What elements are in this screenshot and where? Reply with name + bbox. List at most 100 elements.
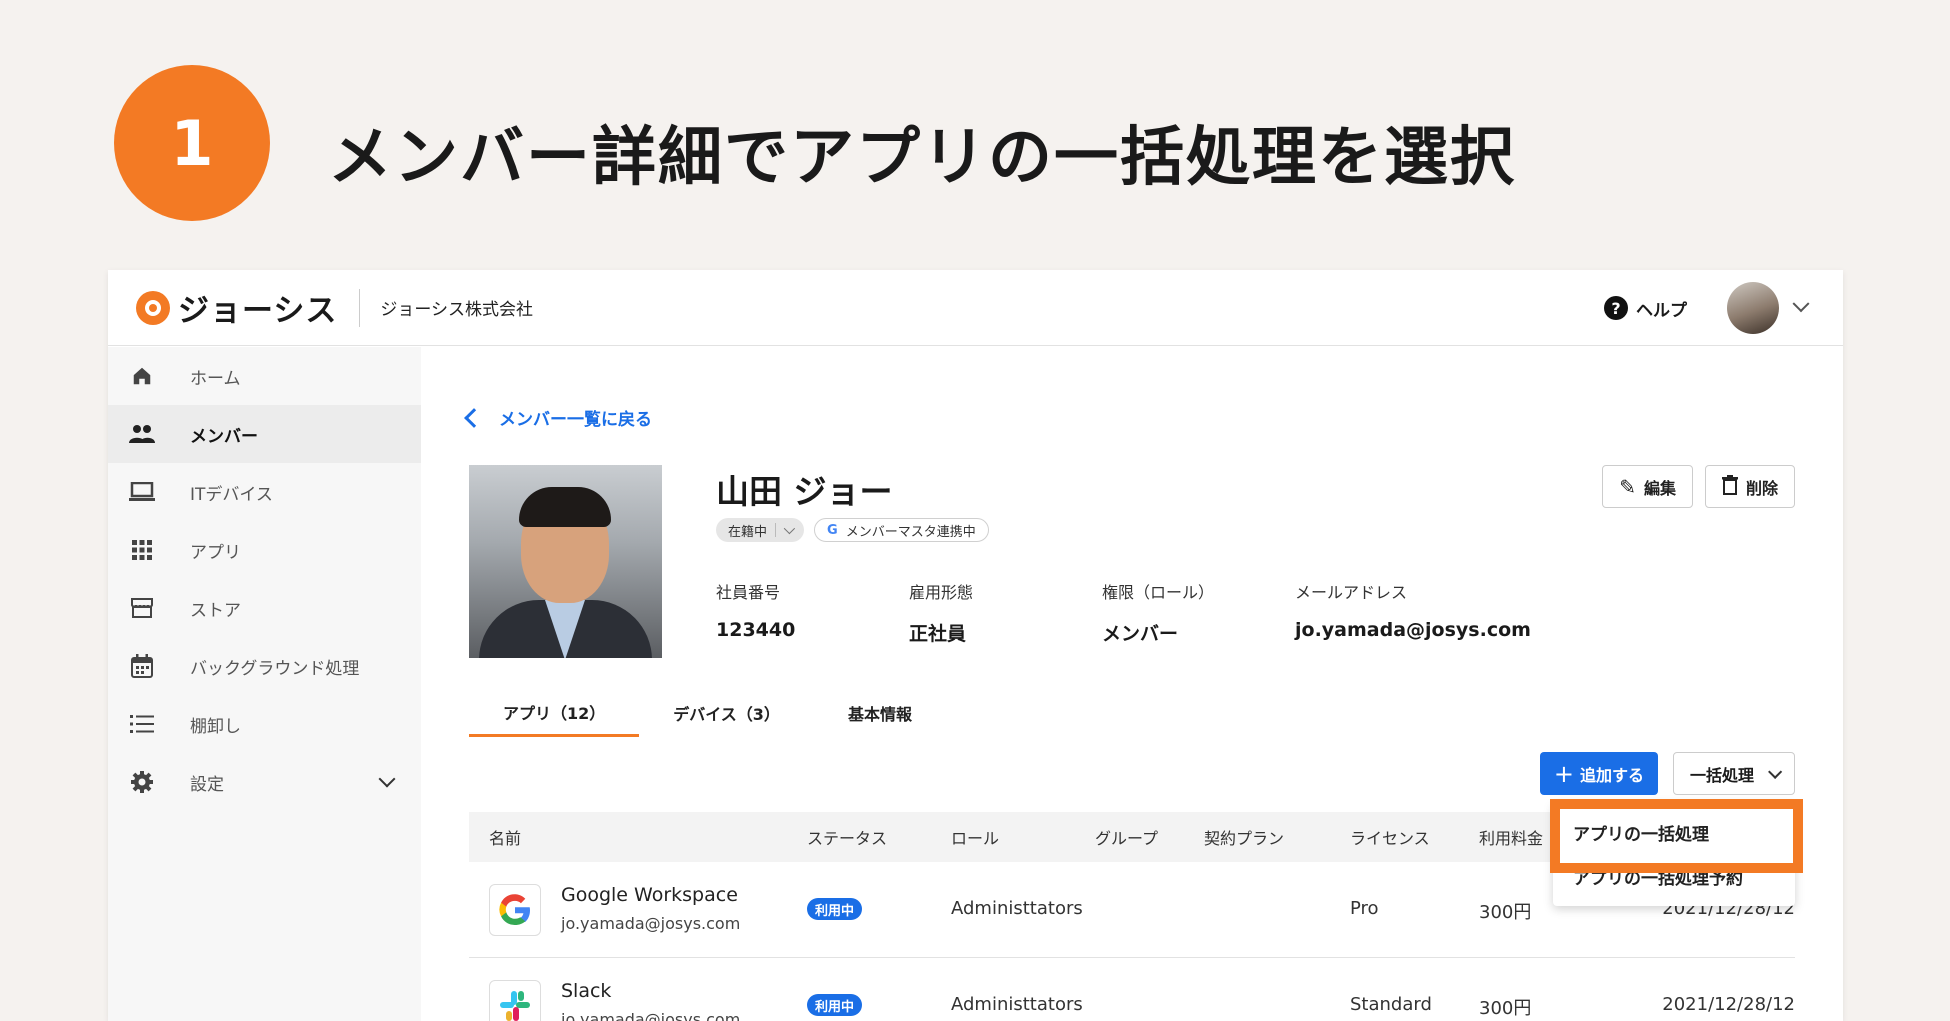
sidebar-item-label: 設定 [190, 774, 224, 795]
tab-devices[interactable]: デバイス（3） [639, 689, 814, 737]
divider [775, 523, 777, 537]
role-cell: Administtators [951, 994, 1083, 1015]
sidebar-item-label: アプリ [190, 542, 241, 563]
store-icon [128, 594, 156, 622]
sidebar-item-members[interactable]: メンバー [108, 405, 421, 463]
status-badge: 利用中 [807, 994, 863, 1016]
app-account: jo.yamada@josys.com [561, 914, 741, 933]
logo-icon [136, 290, 170, 325]
table-row[interactable]: Slack jo.yamada@josys.com 利用中 Administta… [469, 958, 1795, 1021]
avatar[interactable] [1727, 282, 1779, 334]
field-value: 123440 [716, 619, 796, 641]
member-photo [469, 465, 662, 658]
main-content: メンバー一覧に戻る 山田 ジョー 在籍中 G メンバーマスタ連携中 社員番号 1… [421, 347, 1843, 1021]
app-window: ジョーシス ジョーシス株式会社 ? ヘルプ ホーム メンバー ITデバイス アプ… [108, 270, 1843, 1021]
field-value: メンバー [1102, 623, 1179, 645]
date-cell: 2021/12/28/12 [1662, 994, 1795, 1015]
edit-label: 編集 [1643, 478, 1676, 498]
status-label: 在籍中 [728, 524, 768, 540]
sidebar-item-label: 棚卸し [190, 716, 241, 737]
sidebar-item-home[interactable]: ホーム [108, 347, 421, 405]
step-number-badge: 1 [114, 65, 270, 221]
sidebar-item-label: ITデバイス [190, 484, 273, 505]
sidebar-item-label: バックグラウンド処理 [190, 658, 360, 679]
field-label: 雇用形態 [909, 583, 974, 602]
app-account: jo.yamada@josys.com [561, 1010, 741, 1021]
chevron-down-icon [1768, 764, 1783, 779]
sidebar-item-settings[interactable]: 設定 [108, 753, 421, 811]
delete-button[interactable]: 削除 [1704, 465, 1795, 508]
column-header: 契約プラン [1204, 829, 1285, 848]
chevron-down-icon[interactable] [378, 770, 396, 788]
field-label: メールアドレス [1295, 583, 1408, 602]
add-button[interactable]: + 追加する [1539, 752, 1658, 795]
divider [359, 288, 361, 327]
bulk-label: 一括処理 [1689, 765, 1754, 785]
license-cell: Pro [1350, 898, 1379, 919]
chevron-down-icon[interactable] [1792, 295, 1810, 313]
sidebar-item-background-jobs[interactable]: バックグラウンド処理 [108, 637, 421, 695]
app-name[interactable]: Slack [561, 980, 611, 1002]
member-chips: 在籍中 G メンバーマスタ連携中 [716, 518, 989, 542]
bulk-actions-button[interactable]: 一括処理 [1672, 752, 1795, 795]
sidebar-item-label: ストア [190, 600, 241, 621]
back-link[interactable]: メンバー一覧に戻る [464, 405, 652, 430]
status-badge: 利用中 [807, 898, 863, 920]
tab-apps[interactable]: アプリ（12） [469, 689, 640, 737]
field-label: 権限（ロール） [1102, 583, 1215, 602]
sidebar-item-store[interactable]: ストア [108, 579, 421, 637]
member-actions: ✎ 編集 削除 [1602, 465, 1795, 508]
add-label: 追加する [1579, 765, 1644, 785]
status-select[interactable]: 在籍中 [716, 518, 805, 542]
home-icon [128, 362, 156, 390]
logo[interactable]: ジョーシス [136, 285, 337, 330]
sidebar-item-label: ホーム [190, 368, 241, 389]
logo-text: ジョーシス [178, 293, 338, 329]
step-title: メンバー詳細でアプリの一括処理を選択 [328, 121, 1516, 195]
delete-label: 削除 [1745, 478, 1778, 498]
column-header: ライセンス [1350, 829, 1430, 848]
member-name: 山田 ジョー [716, 472, 893, 511]
fee-cell: 300円 [1479, 998, 1532, 1019]
pencil-icon: ✎ [1619, 474, 1636, 499]
help-button[interactable]: ? ヘルプ [1604, 296, 1687, 321]
role-cell: Administtators [951, 898, 1083, 919]
column-header: ステータス [807, 829, 888, 848]
field-employee-number: 社員番号 123440 [716, 579, 909, 646]
sidebar: ホーム メンバー ITデバイス アプリ ストア バックグラウンド処理 棚卸し 設… [108, 347, 421, 1021]
field-value: 正社員 [909, 623, 967, 645]
google-icon: G [827, 522, 838, 538]
field-label: 社員番号 [716, 583, 781, 602]
field-role: 権限（ロール） メンバー [1102, 579, 1295, 646]
back-link-label: メンバー一覧に戻る [499, 410, 652, 430]
highlight-box [1550, 799, 1803, 873]
field-employment-type: 雇用形態 正社員 [909, 579, 1102, 646]
sidebar-item-it-devices[interactable]: ITデバイス [108, 463, 421, 521]
top-bar: ジョーシス ジョーシス株式会社 ? ヘルプ [108, 270, 1843, 346]
column-header: 利用料金 [1479, 829, 1544, 848]
grid-icon [128, 536, 156, 564]
column-header: ロール [951, 829, 1000, 848]
license-cell: Standard [1350, 994, 1432, 1015]
google-icon [489, 884, 541, 936]
laptop-icon [128, 478, 156, 506]
sidebar-item-label: メンバー [190, 426, 258, 447]
chevron-down-icon [783, 522, 796, 535]
app-name[interactable]: Google Workspace [561, 884, 738, 906]
calendar-icon [128, 652, 156, 680]
edit-button[interactable]: ✎ 編集 [1602, 465, 1693, 508]
topbar-right: ? ヘルプ [1604, 270, 1810, 346]
tab-basic-info[interactable]: 基本情報 [814, 689, 946, 737]
trash-icon [1721, 474, 1738, 499]
sync-badge: G メンバーマスタ連携中 [814, 518, 989, 542]
people-icon [128, 420, 156, 448]
column-header: 名前 [489, 829, 522, 848]
sidebar-item-inventory[interactable]: 棚卸し [108, 695, 421, 753]
field-email: メールアドレス jo.yamada@josys.com [1295, 579, 1531, 646]
sidebar-item-apps[interactable]: アプリ [108, 521, 421, 579]
member-fields: 社員番号 123440 雇用形態 正社員 権限（ロール） メンバー メールアドレ… [716, 579, 1531, 646]
tabs: アプリ（12） デバイス（3） 基本情報 [469, 689, 946, 737]
fee-cell: 300円 [1479, 902, 1532, 923]
list-icon [128, 710, 156, 738]
help-label: ヘルプ [1636, 300, 1687, 321]
